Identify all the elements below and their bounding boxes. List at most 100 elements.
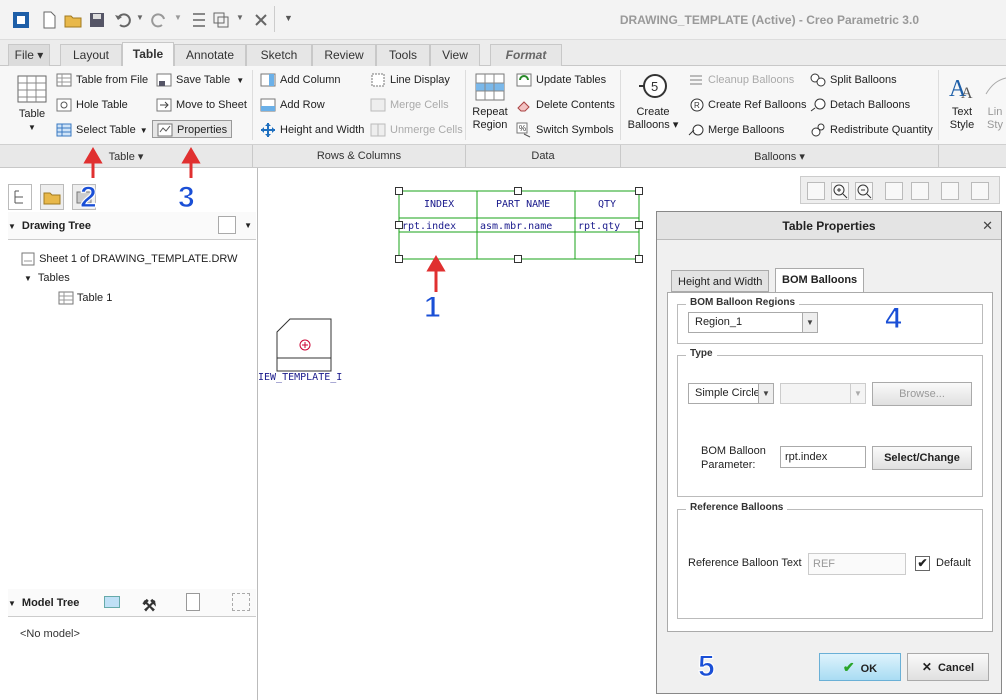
tree-item-tables[interactable]: ▼ Tables (24, 272, 70, 284)
bom-table[interactable]: INDEX PART NAME QTY rpt.index asm.mbr.na… (395, 187, 643, 263)
repaint-icon[interactable] (885, 182, 903, 200)
redistribute-quantity-button[interactable]: Redistribute Quantity (810, 121, 933, 139)
group-table-label[interactable]: Table ▾ (0, 150, 252, 163)
add-row-button[interactable]: Add Row (260, 96, 325, 114)
table-button[interactable]: Table ▼ (10, 74, 54, 134)
tab-layout[interactable]: Layout (60, 44, 122, 66)
collapse-icon[interactable]: ▼ (8, 599, 16, 608)
drawing-view-icon[interactable] (276, 318, 332, 372)
type-dropdown[interactable]: Simple Circle ▼ (688, 383, 774, 404)
eraser-icon[interactable] (104, 596, 120, 608)
add-column-button[interactable]: Add Column (260, 71, 341, 89)
tab-file[interactable]: File ▾ (8, 44, 50, 66)
split-balloons-button[interactable]: Split Balloons (810, 71, 897, 89)
default-checkbox[interactable]: ✔ (915, 556, 930, 571)
type-option-dropdown[interactable]: ▼ (780, 383, 866, 404)
delete-contents-button[interactable]: Delete Contents (516, 96, 615, 114)
resize-handle[interactable] (395, 221, 403, 229)
height-width-button[interactable]: Height and Width (260, 121, 364, 139)
tab-height-width[interactable]: Height and Width (671, 270, 770, 292)
create-balloons-button[interactable]: 5 Create Balloons ▾ (625, 72, 681, 132)
text-style-label-1: Text (951, 106, 973, 118)
select-table-label: Select Table (76, 124, 136, 136)
windows-icon[interactable] (212, 11, 230, 29)
line-display-button[interactable]: Line Display (370, 71, 450, 89)
tab-review[interactable]: Review (312, 44, 376, 66)
switch-symbols-button[interactable]: % Switch Symbols (516, 121, 614, 139)
select-table-button[interactable]: Select Table ▼ (56, 121, 148, 139)
tab-tools[interactable]: Tools (376, 44, 430, 66)
tools-icon[interactable]: ⚒ (142, 593, 156, 621)
cancel-button[interactable]: ✕ Cancel (907, 653, 989, 681)
zoom-in-icon[interactable] (831, 182, 849, 200)
merge-cells-button[interactable]: Merge Cells (370, 96, 449, 114)
regenerate-icon[interactable] (190, 11, 208, 29)
tab-view[interactable]: View (430, 44, 480, 66)
windows-dropdown-icon[interactable]: ▼ (236, 13, 244, 22)
tree-settings-dropdown-icon[interactable]: ▼ (244, 212, 252, 240)
customize-toolbar-icon[interactable]: ▼ (284, 13, 293, 23)
new-file-icon[interactable] (40, 11, 58, 29)
detach-balloons-button[interactable]: Detach Balloons (810, 96, 910, 114)
undo-icon[interactable] (114, 11, 132, 29)
region-dropdown[interactable]: Region_1 ▼ (688, 312, 818, 333)
redo-dropdown-icon[interactable]: ▼ (174, 13, 182, 22)
resize-handle[interactable] (395, 187, 403, 195)
properties-button[interactable]: Properties (152, 120, 233, 138)
cleanup-balloons-button[interactable]: Cleanup Balloons (688, 71, 794, 89)
refit-icon[interactable] (807, 182, 825, 200)
close-window-icon[interactable] (252, 11, 270, 29)
tree-item-table1[interactable]: Table 1 (58, 290, 112, 306)
resize-handle[interactable] (395, 255, 403, 263)
update-tables-button[interactable]: Update Tables (516, 71, 606, 89)
tree-settings-icon[interactable] (218, 216, 236, 234)
resize-handle[interactable] (635, 187, 643, 195)
collapse-icon[interactable]: ▼ (8, 222, 16, 231)
text-style-button[interactable]: AA Text Style (942, 72, 982, 132)
line-style-button[interactable]: Lin Sty (984, 72, 1006, 132)
create-ref-balloons-button[interactable]: R Create Ref Balloons (688, 96, 806, 114)
tab-sketch[interactable]: Sketch (246, 44, 312, 66)
close-icon[interactable]: ✕ (982, 218, 993, 234)
move-to-sheet-button[interactable]: Move to Sheet (156, 96, 247, 114)
browse-button[interactable]: Browse... (872, 382, 972, 406)
tree-item-sheet[interactable]: Sheet 1 of DRAWING_TEMPLATE.DRW (20, 251, 238, 267)
merge-balloons-icon (688, 124, 704, 136)
sheet-icon[interactable] (941, 182, 959, 200)
display-style-icon[interactable] (911, 182, 929, 200)
tab-format[interactable]: Format (490, 44, 562, 66)
merge-balloons-button[interactable]: Merge Balloons (688, 121, 784, 139)
open-folder-icon[interactable] (64, 11, 82, 29)
resize-handle[interactable] (635, 255, 643, 263)
reference-text-input[interactable]: REF (808, 553, 906, 575)
tab-annotate[interactable]: Annotate (174, 44, 246, 66)
resize-handle[interactable] (514, 187, 522, 195)
table-from-file-button[interactable]: Table from File (56, 71, 148, 89)
select-change-button[interactable]: Select/Change (872, 446, 972, 470)
group-balloons-label[interactable]: Balloons ▾ (621, 150, 938, 163)
redo-icon[interactable] (150, 11, 168, 29)
tab-bom-balloons[interactable]: BOM Balloons (775, 268, 865, 292)
zoom-out-icon[interactable] (855, 182, 873, 200)
undo-dropdown-icon[interactable]: ▼ (136, 13, 144, 22)
repeat-region-button[interactable]: Repeat Region (469, 72, 511, 132)
expand-icon[interactable]: ▼ (24, 274, 32, 283)
tab-folder-browser[interactable] (40, 184, 64, 210)
filter-icon[interactable] (232, 593, 250, 611)
datum-display-icon[interactable] (971, 182, 989, 200)
app-menu-icon[interactable] (12, 11, 30, 29)
save-table-button[interactable]: Save Table ▼ (156, 71, 244, 89)
resize-handle[interactable] (514, 255, 522, 263)
ok-button[interactable]: ✔ OK (819, 653, 901, 681)
select-table-dropdown-icon[interactable]: ▼ (140, 126, 148, 135)
save-icon[interactable] (88, 11, 106, 29)
hole-table-button[interactable]: Hole Table (56, 96, 128, 114)
resize-handle[interactable] (635, 221, 643, 229)
tab-drawing-tree[interactable] (8, 184, 32, 210)
save-table-dropdown-icon[interactable]: ▼ (236, 76, 244, 85)
switch-symbols-label: Switch Symbols (536, 124, 614, 136)
tab-table[interactable]: Table (122, 42, 174, 67)
settings-icon[interactable] (186, 593, 200, 611)
unmerge-cells-button[interactable]: Unmerge Cells (370, 121, 463, 139)
bom-balloon-parameter-input[interactable]: rpt.index (780, 446, 866, 468)
